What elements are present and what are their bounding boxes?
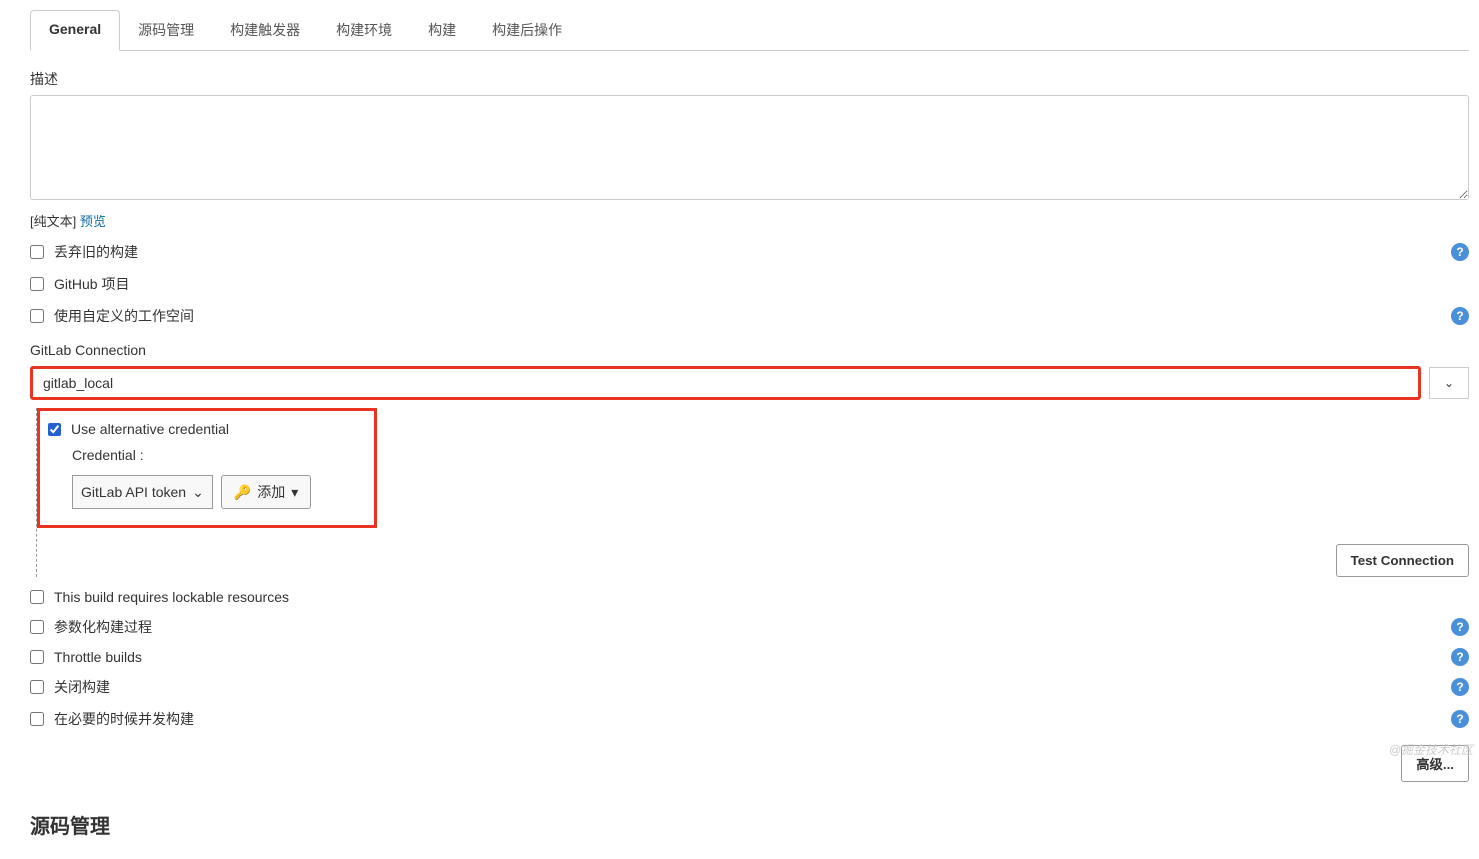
- tab-build[interactable]: 构建: [410, 10, 474, 50]
- tab-postbuild[interactable]: 构建后操作: [474, 10, 580, 50]
- custom-workspace-row: 使用自定义的工作空间 ?: [30, 306, 1469, 326]
- disable-build-checkbox[interactable]: [30, 680, 44, 694]
- preview-link[interactable]: 预览: [80, 214, 106, 229]
- description-label: 描述: [30, 69, 1469, 89]
- gitlab-connection-select[interactable]: gitlab_local: [30, 366, 1421, 400]
- github-project-row: GitHub 项目: [30, 274, 1469, 294]
- tab-general[interactable]: General: [30, 10, 120, 51]
- github-project-checkbox[interactable]: [30, 277, 44, 291]
- parameterized-row: 参数化构建过程 ?: [30, 617, 1469, 637]
- lockable-resources-label: This build requires lockable resources: [54, 589, 289, 605]
- add-button-label: 添加: [257, 482, 285, 502]
- disable-build-row: 关闭构建 ?: [30, 677, 1469, 697]
- concurrent-build-row: 在必要的时候并发构建 ?: [30, 709, 1469, 729]
- throttle-builds-checkbox[interactable]: [30, 650, 44, 664]
- discard-old-builds-row: 丢弃旧的构建 ?: [30, 242, 1469, 262]
- credential-select-value: GitLab API token: [81, 484, 186, 500]
- plain-text-label: [纯文本]: [30, 214, 76, 229]
- credential-select[interactable]: GitLab API token ⌄: [72, 475, 213, 509]
- throttle-builds-row: Throttle builds ?: [30, 649, 1469, 665]
- github-project-label: GitHub 项目: [54, 274, 129, 294]
- test-connection-button[interactable]: Test Connection: [1336, 544, 1469, 577]
- parameterized-label: 参数化构建过程: [54, 617, 152, 637]
- concurrent-build-checkbox[interactable]: [30, 712, 44, 726]
- key-icon: 🔑: [234, 484, 251, 501]
- throttle-builds-label: Throttle builds: [54, 649, 142, 665]
- help-icon[interactable]: ?: [1451, 678, 1469, 696]
- tab-environment[interactable]: 构建环境: [318, 10, 410, 50]
- discard-old-builds-label: 丢弃旧的构建: [54, 242, 138, 262]
- help-icon[interactable]: ?: [1451, 648, 1469, 666]
- add-credential-button[interactable]: 🔑 添加 ▾: [221, 475, 311, 509]
- caret-down-icon: ▾: [291, 484, 298, 501]
- alt-credential-group: Use alternative credential Credential : …: [37, 408, 377, 528]
- concurrent-build-label: 在必要的时候并发构建: [54, 709, 194, 729]
- help-icon[interactable]: ?: [1451, 243, 1469, 261]
- help-icon[interactable]: ?: [1451, 618, 1469, 636]
- credential-label: Credential :: [72, 447, 362, 463]
- gitlab-connection-dropdown-button[interactable]: ⌄: [1429, 367, 1469, 399]
- chevron-down-icon: ⌄: [1444, 376, 1454, 390]
- use-alt-credential-label: Use alternative credential: [71, 421, 229, 437]
- gitlab-connection-label: GitLab Connection: [30, 342, 1469, 358]
- help-icon[interactable]: ?: [1451, 710, 1469, 728]
- description-textarea[interactable]: [30, 95, 1469, 200]
- parameterized-checkbox[interactable]: [30, 620, 44, 634]
- custom-workspace-label: 使用自定义的工作空间: [54, 306, 194, 326]
- chevron-down-icon: ⌄: [192, 484, 204, 501]
- watermark: @掘金技术社区: [1389, 741, 1473, 758]
- config-tabs: General 源码管理 构建触发器 构建环境 构建 构建后操作: [30, 10, 1469, 51]
- tab-scm[interactable]: 源码管理: [120, 10, 212, 50]
- lockable-resources-row: This build requires lockable resources: [30, 589, 1469, 605]
- lockable-resources-checkbox[interactable]: [30, 590, 44, 604]
- custom-workspace-checkbox[interactable]: [30, 309, 44, 323]
- tab-triggers[interactable]: 构建触发器: [212, 10, 318, 50]
- scm-section-title: 源码管理: [30, 810, 1469, 839]
- help-icon[interactable]: ?: [1451, 307, 1469, 325]
- disable-build-label: 关闭构建: [54, 677, 110, 697]
- discard-old-builds-checkbox[interactable]: [30, 245, 44, 259]
- use-alt-credential-checkbox[interactable]: [48, 423, 61, 436]
